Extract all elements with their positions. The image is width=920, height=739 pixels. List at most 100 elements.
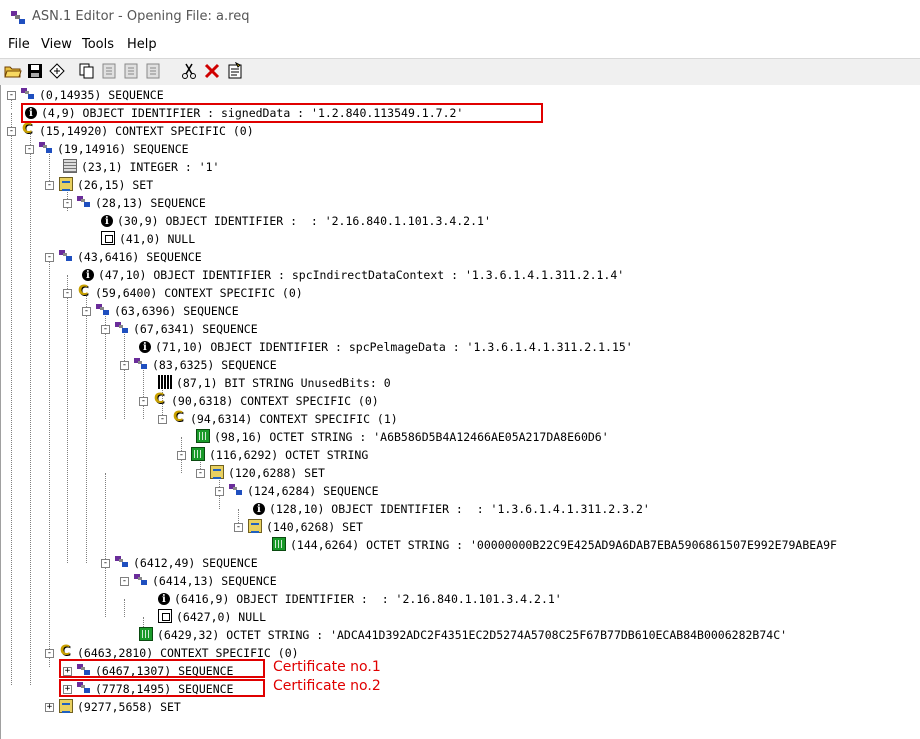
sequence-icon — [96, 303, 110, 317]
collapse-toggle[interactable]: - — [25, 145, 34, 154]
tree-node[interactable]: (19,14916) SEQUENCE — [39, 140, 189, 158]
diamond-icon[interactable] — [48, 62, 66, 80]
tree-node[interactable]: (71,10) OBJECT IDENTIFIER : spcPelmageDa… — [139, 338, 633, 357]
tree-node-label: (6414,13) SEQUENCE — [152, 574, 277, 588]
collapse-toggle[interactable]: - — [234, 523, 243, 532]
tree-node[interactable]: (94,6314) CONTEXT SPECIFIC (1) — [172, 408, 398, 428]
toolbar — [0, 58, 920, 86]
collapse-toggle[interactable]: - — [63, 199, 72, 208]
collapse-toggle[interactable]: - — [82, 307, 91, 316]
collapse-toggle[interactable]: - — [101, 325, 110, 334]
tree-connector — [67, 275, 68, 563]
cut-icon[interactable] — [180, 62, 198, 80]
tree-node[interactable]: (6429,32) OCTET STRING : 'ADCA41D392ADC2… — [139, 626, 787, 644]
open-folder-icon[interactable] — [4, 62, 22, 80]
tree-node[interactable]: (9277,5658) SET — [59, 698, 181, 716]
tree-node[interactable]: (128,10) OBJECT IDENTIFIER : : '1.3.6.1.… — [253, 500, 650, 519]
collapse-toggle[interactable]: - — [120, 577, 129, 586]
tree-node[interactable]: (98,16) OCTET STRING : 'A6B586D5B4A12466… — [196, 428, 609, 446]
highlight-box-certificate-1 — [59, 659, 265, 678]
tree-node[interactable]: (90,6318) CONTEXT SPECIFIC (0) — [153, 390, 379, 410]
set-icon — [210, 465, 224, 479]
tree-node[interactable]: (23,1) INTEGER : '1' — [63, 158, 219, 176]
tree-connector — [124, 599, 125, 617]
collapse-toggle[interactable]: - — [45, 181, 54, 190]
menu-help[interactable]: Help — [127, 37, 157, 52]
tree-node[interactable]: (63,6396) SEQUENCE — [96, 302, 239, 320]
collapse-toggle[interactable]: - — [45, 253, 54, 262]
expand-toggle[interactable]: + — [45, 703, 54, 712]
paste-before-icon[interactable] — [122, 62, 140, 80]
tree-node[interactable]: (6427,0) NULL — [158, 608, 266, 626]
collapse-toggle[interactable]: - — [120, 361, 129, 370]
asn1-tree[interactable]: (0,14935) SEQUENCE-(4,9) OBJECT IDENTIFI… — [0, 85, 920, 739]
tree-node-label: (6427,0) NULL — [176, 610, 267, 624]
tree-node[interactable]: (144,6264) OCTET STRING : '00000000B22C9… — [272, 536, 837, 554]
collapse-toggle[interactable]: - — [45, 649, 54, 658]
title-bar: ASN.1 Editor - Opening File: a.req — [0, 0, 920, 34]
tree-node-label: (124,6284) SEQUENCE — [247, 484, 379, 498]
collapse-toggle[interactable]: - — [139, 397, 148, 406]
tree-node-label: (6429,32) OCTET STRING : 'ADCA41D392ADC2… — [157, 628, 788, 642]
tree-node[interactable]: (87,1) BIT STRING UnusedBits: 0 — [158, 374, 391, 392]
tree-node[interactable]: (43,6416) SEQUENCE — [59, 248, 202, 266]
object-identifier-icon — [101, 213, 113, 231]
tree-node[interactable]: (26,15) SET — [59, 176, 153, 194]
tree-node[interactable]: (6412,49) SEQUENCE — [115, 554, 258, 572]
tree-node[interactable]: (116,6292) OCTET STRING — [191, 446, 368, 464]
menu-file[interactable]: File — [8, 37, 30, 52]
window-title: ASN.1 Editor - Opening File: a.req — [32, 9, 250, 24]
collapse-toggle[interactable]: - — [63, 289, 72, 298]
sequence-icon — [134, 573, 148, 587]
tree-node-label: (6463,2810) CONTEXT SPECIFIC (0) — [77, 646, 299, 660]
collapse-toggle[interactable]: - — [215, 487, 224, 496]
delete-icon[interactable] — [203, 62, 221, 80]
tree-node[interactable]: (59,6400) CONTEXT SPECIFIC (0) — [77, 282, 303, 302]
tree-node[interactable]: (0,14935) SEQUENCE — [21, 86, 164, 104]
tree-node[interactable]: (41,0) NULL — [101, 230, 195, 248]
collapse-toggle[interactable]: - — [7, 127, 16, 136]
tree-node-label: (26,15) SET — [77, 178, 154, 192]
sequence-icon — [77, 195, 91, 209]
tree-connector — [86, 293, 87, 563]
integer-icon — [63, 159, 77, 173]
tree-node[interactable]: (15,14920) CONTEXT SPECIFIC (0) — [21, 120, 254, 140]
object-identifier-icon — [82, 267, 94, 285]
copy-icon[interactable] — [78, 62, 96, 80]
menu-view[interactable]: View — [41, 37, 72, 52]
menu-tools[interactable]: Tools — [82, 37, 114, 52]
sequence-icon — [115, 555, 129, 569]
tree-node-label: (120,6288) SET — [228, 466, 325, 480]
tree-node[interactable]: (67,6341) SEQUENCE — [115, 320, 258, 338]
tree-connector — [30, 131, 31, 685]
paste-icon[interactable] — [100, 62, 118, 80]
highlight-box-certificate-2 — [59, 679, 265, 697]
tree-node[interactable]: (47,10) OBJECT IDENTIFIER : spcIndirectD… — [82, 266, 624, 285]
tree-node[interactable]: (83,6325) SEQUENCE — [134, 356, 277, 374]
collapse-toggle[interactable]: - — [101, 559, 110, 568]
paste-after-icon[interactable] — [144, 62, 162, 80]
tree-node-label: (98,16) OCTET STRING : 'A6B586D5B4A12466… — [214, 430, 609, 444]
sequence-icon — [21, 87, 35, 101]
tree-node[interactable]: (28,13) SEQUENCE — [77, 194, 206, 212]
tree-node-label: (116,6292) OCTET STRING — [209, 448, 369, 462]
collapse-toggle[interactable]: - — [177, 451, 186, 460]
tree-node[interactable]: (6416,9) OBJECT IDENTIFIER : : '2.16.840… — [158, 590, 562, 609]
octet-string-icon — [272, 537, 286, 551]
context-specific-icon — [153, 390, 167, 408]
tree-node[interactable]: (6414,13) SEQUENCE — [134, 572, 277, 590]
collapse-toggle[interactable]: - — [7, 91, 16, 100]
collapse-toggle[interactable]: - — [158, 415, 167, 424]
tree-node[interactable]: (120,6288) SET — [210, 464, 325, 482]
tree-node-label: (67,6341) SEQUENCE — [133, 322, 258, 336]
context-specific-icon — [21, 120, 35, 138]
tree-node[interactable]: (30,9) OBJECT IDENTIFIER : : '2.16.840.1… — [101, 212, 491, 231]
octet-string-icon — [196, 429, 210, 443]
tree-node[interactable]: (124,6284) SEQUENCE — [229, 482, 379, 500]
sequence-icon — [39, 141, 53, 155]
collapse-toggle[interactable]: - — [196, 469, 205, 478]
tree-node[interactable]: (140,6268) SET — [248, 518, 363, 536]
edit-icon[interactable] — [226, 62, 244, 80]
tree-node-label: (0,14935) SEQUENCE — [39, 88, 164, 102]
save-icon[interactable] — [26, 62, 44, 80]
